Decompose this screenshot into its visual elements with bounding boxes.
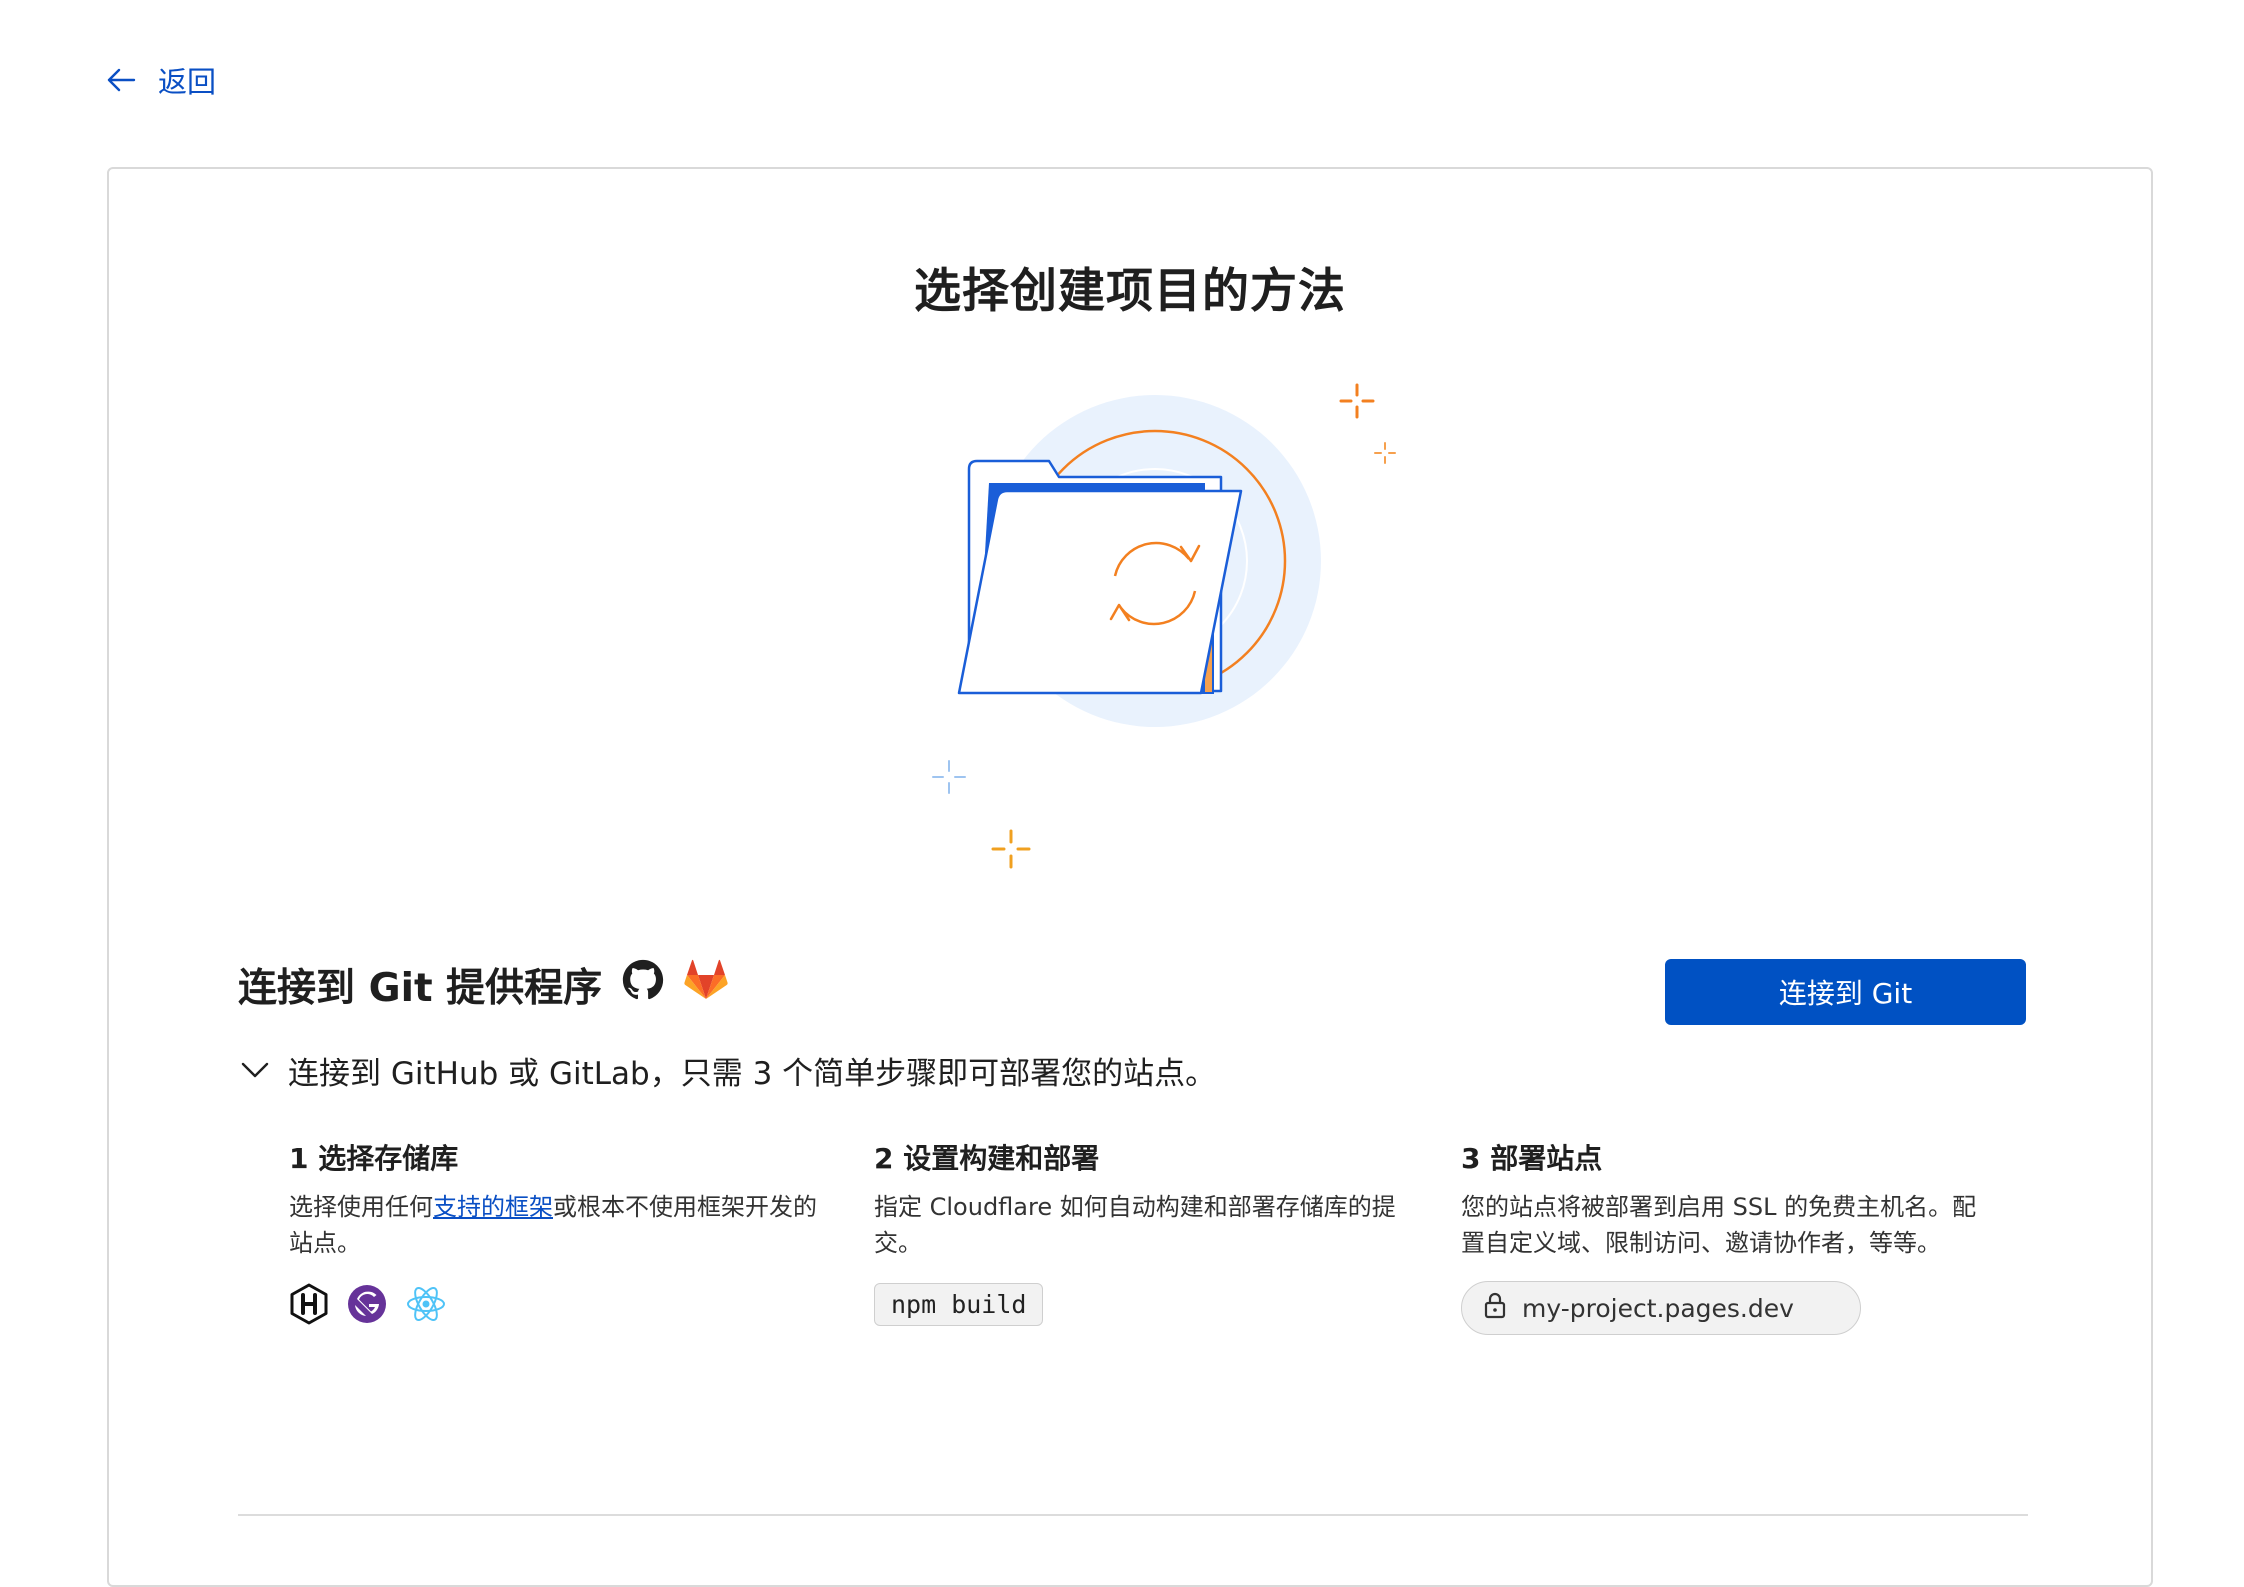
chevron-down-icon (240, 1052, 270, 1088)
arrow-left-icon (106, 67, 136, 93)
step-description: 指定 Cloudflare 如何自动构建和部署存储库的提交。 (874, 1193, 1396, 1257)
connect-git-button[interactable]: 连接到 Git (1665, 959, 2026, 1025)
section-divider (238, 1514, 2028, 1516)
gatsby-icon (347, 1284, 387, 1328)
lock-icon (1484, 1291, 1506, 1325)
step-title: 3 部署站点 (1461, 1142, 1603, 1175)
back-link[interactable]: 返回 (106, 58, 216, 102)
step-description: 您的站点将被部署到启用 SSL 的免费主机名。配置自定义域、限制访问、邀请协作者… (1461, 1193, 1977, 1257)
site-url-pill: my-project.pages.dev (1461, 1281, 1861, 1335)
git-provider-heading: 连接到 Git 提供程序 (238, 955, 728, 1015)
site-url: my-project.pages.dev (1522, 1293, 1794, 1323)
build-command-chip: npm build (874, 1283, 1044, 1326)
github-icon (622, 959, 664, 1011)
sparkle-icon (991, 829, 1031, 869)
create-project-card: 选择创建项目的方法 连接到 Git 提供程序 连接到 Git 连接到 GitHu… (107, 167, 2153, 1587)
framework-icons (289, 1283, 819, 1329)
sparkle-icon (932, 760, 966, 794)
step-description-text: 选择使用任何 (289, 1193, 433, 1221)
folder-sync-illustration (929, 381, 1409, 765)
back-label: 返回 (158, 65, 217, 99)
supported-frameworks-link[interactable]: 支持的框架 (433, 1193, 553, 1221)
react-icon (405, 1284, 447, 1328)
hugo-icon (289, 1283, 329, 1329)
step-description: 选择使用任何支持的框架或根本不使用框架开发的站点。 (289, 1189, 819, 1261)
step-title: 1 选择存储库 (289, 1142, 459, 1175)
step-select-repo: 1 选择存储库 选择使用任何支持的框架或根本不使用框架开发的站点。 (289, 1137, 819, 1329)
git-steps-toggle[interactable]: 连接到 GitHub 或 GitLab，只需 3 个简单步骤即可部署您的站点。 (240, 1045, 1216, 1095)
step-build-settings: 2 设置构建和部署 指定 Cloudflare 如何自动构建和部署存储库的提交。… (874, 1137, 1404, 1326)
git-provider-heading-text: 连接到 Git 提供程序 (238, 966, 603, 1011)
git-steps-summary: 连接到 GitHub 或 GitLab，只需 3 个简单步骤即可部署您的站点。 (288, 1055, 1217, 1092)
step-title: 2 设置构建和部署 (874, 1142, 1100, 1175)
gitlab-icon (684, 959, 728, 1011)
step-deploy-site: 3 部署站点 您的站点将被部署到启用 SSL 的免费主机名。配置自定义域、限制访… (1461, 1137, 1991, 1335)
page-title: 选择创建项目的方法 (914, 264, 1346, 319)
